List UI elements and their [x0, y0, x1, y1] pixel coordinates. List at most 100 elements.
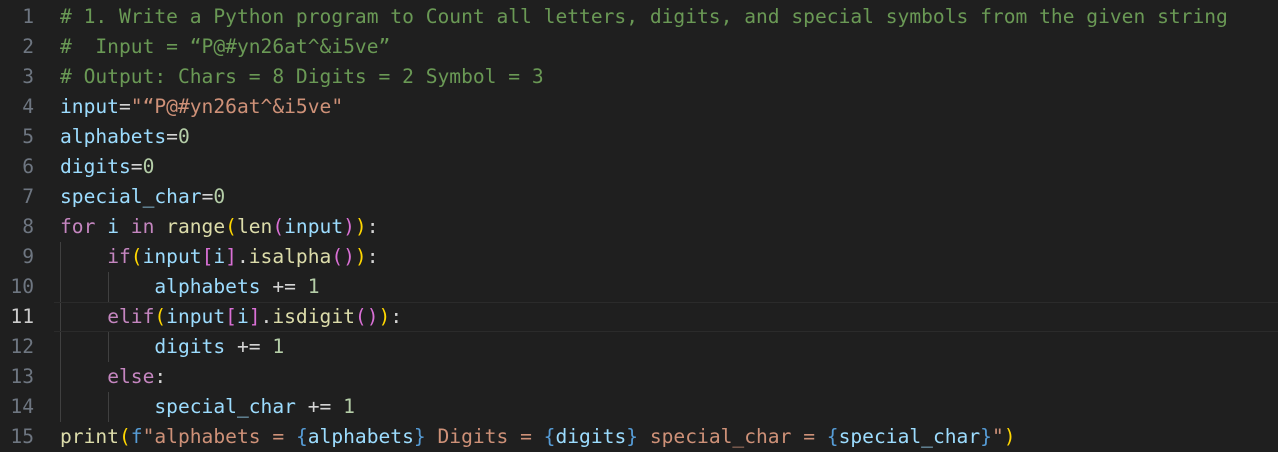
code-line[interactable]: 2 # Input = “P@#yn26at^&i5ve” — [0, 32, 1278, 62]
code-line[interactable]: 5 alphabets=0 — [0, 122, 1278, 152]
code-token: 1 — [307, 275, 320, 298]
code-token: isalpha — [248, 245, 332, 268]
line-number: 12 — [10, 335, 34, 358]
code-line[interactable]: 1 # 1. Write a Python program to Count al… — [0, 2, 1278, 32]
code-text[interactable]: alphabets=0 — [60, 122, 190, 152]
indent-guide — [60, 392, 61, 422]
code-line[interactable]: 4 input="“P@#yn26at^&i5ve" — [0, 92, 1278, 122]
indent-guide — [60, 362, 61, 392]
code-token: ( — [130, 245, 143, 268]
code-token: input — [142, 245, 202, 268]
code-token: { — [826, 425, 839, 448]
line-number: 1 — [22, 5, 34, 28]
code-token: digits — [555, 425, 627, 448]
line-number: 7 — [22, 185, 34, 208]
code-line[interactable]: 7 special_char=0 — [0, 182, 1278, 212]
code-token: ] — [248, 305, 261, 328]
code-token: { — [543, 425, 556, 448]
code-text[interactable]: # Input = “P@#yn26at^&i5ve” — [60, 32, 390, 62]
code-line[interactable]: 14 special_char += 1 — [0, 392, 1278, 422]
code-line[interactable]: 11 elif(input[i].isdigit()): — [0, 302, 1278, 332]
code-token: ( — [272, 215, 285, 238]
code-token: print — [60, 425, 119, 448]
code-token: } — [413, 425, 426, 448]
code-text[interactable]: else: — [60, 362, 166, 392]
code-token: ) — [366, 305, 379, 328]
code-token: { — [295, 425, 308, 448]
code-token: = — [118, 95, 131, 118]
code-token: [ — [225, 305, 237, 328]
code-token: . — [260, 305, 273, 328]
line-number: 8 — [22, 215, 34, 238]
line-number: 2 — [22, 35, 34, 58]
code-token: [ — [201, 245, 214, 268]
indent-guide — [60, 332, 61, 362]
code-token: digits — [60, 155, 131, 178]
code-token: i — [236, 305, 249, 328]
code-token: . — [236, 245, 249, 268]
code-token: ) — [1003, 425, 1016, 448]
code-text[interactable]: print(f"alphabets = {alphabets} Digits =… — [60, 422, 1016, 452]
code-token: len — [236, 215, 273, 238]
code-text[interactable]: input="“P@#yn26at^&i5ve" — [60, 92, 343, 122]
code-token: 1 — [272, 335, 285, 358]
code-token: 1 — [343, 395, 355, 418]
indent-guide — [108, 392, 109, 422]
code-token: : — [366, 245, 379, 268]
indent-guide — [108, 332, 109, 362]
line-number: 4 — [22, 95, 34, 118]
code-token: # 1. Write a Python program to Count all… — [60, 5, 1228, 28]
code-token: " — [991, 425, 1004, 448]
code-token: "“P@#yn26at^&i5ve" — [130, 95, 344, 118]
code-token: ( — [154, 305, 167, 328]
code-text[interactable]: digits += 1 — [60, 332, 284, 362]
indent-guide — [60, 242, 61, 272]
line-number: 3 — [22, 65, 34, 88]
code-token: input — [60, 95, 119, 118]
code-token: ) — [354, 245, 367, 268]
code-token: else — [107, 365, 155, 388]
code-text[interactable]: if(input[i].isalpha()): — [60, 242, 379, 272]
code-token: alphabets — [154, 275, 261, 298]
code-token: ) — [354, 215, 367, 238]
code-token: ) — [343, 245, 355, 268]
code-token: f — [130, 425, 143, 448]
code-line[interactable]: 6 digits=0 — [0, 152, 1278, 182]
indent-guide — [60, 272, 61, 302]
code-token: ) — [343, 215, 355, 238]
code-line[interactable]: 8 for i in range(len(input)): — [0, 212, 1278, 242]
code-text[interactable]: elif(input[i].isdigit()): — [60, 302, 402, 332]
code-editor[interactable]: 1 # 1. Write a Python program to Count al… — [0, 0, 1278, 452]
code-token: : — [366, 215, 379, 238]
code-text[interactable]: special_char=0 — [60, 182, 225, 212]
code-token: alphabets — [60, 125, 167, 148]
code-token: } — [980, 425, 992, 448]
indent-guide — [60, 302, 61, 332]
code-text[interactable]: for i in range(len(input)): — [60, 212, 379, 242]
code-token: = — [130, 155, 143, 178]
code-token: += — [260, 275, 308, 298]
code-text[interactable]: # Output: Chars = 8 Digits = 2 Symbol = … — [60, 62, 544, 92]
line-number: 14 — [10, 395, 34, 418]
line-number: 10 — [10, 275, 34, 298]
code-token: ( — [331, 245, 344, 268]
code-line[interactable]: 9 if(input[i].isalpha()): — [0, 242, 1278, 272]
code-token: 0 — [177, 125, 190, 148]
code-token: i — [107, 215, 119, 238]
code-line[interactable]: 10 alphabets += 1 — [0, 272, 1278, 302]
code-token: = — [201, 185, 214, 208]
code-token: # Output: Chars = 8 Digits = 2 Symbol = … — [60, 65, 544, 88]
code-token: += — [295, 395, 344, 418]
line-number: 5 — [22, 125, 34, 148]
code-line[interactable]: 3 # Output: Chars = 8 Digits = 2 Symbol =… — [0, 62, 1278, 92]
code-line[interactable]: 15 print(f"alphabets = {alphabets} Digits… — [0, 422, 1278, 452]
code-text[interactable]: special_char += 1 — [60, 392, 355, 422]
code-line[interactable]: 12 digits += 1 — [0, 332, 1278, 362]
code-text[interactable]: digits=0 — [60, 152, 154, 182]
code-text[interactable]: alphabets += 1 — [60, 272, 320, 302]
code-token: special_char — [154, 395, 296, 418]
code-line[interactable]: 13 else: — [0, 362, 1278, 392]
code-text[interactable]: # 1. Write a Python program to Count all… — [60, 2, 1228, 32]
code-token: } — [626, 425, 639, 448]
